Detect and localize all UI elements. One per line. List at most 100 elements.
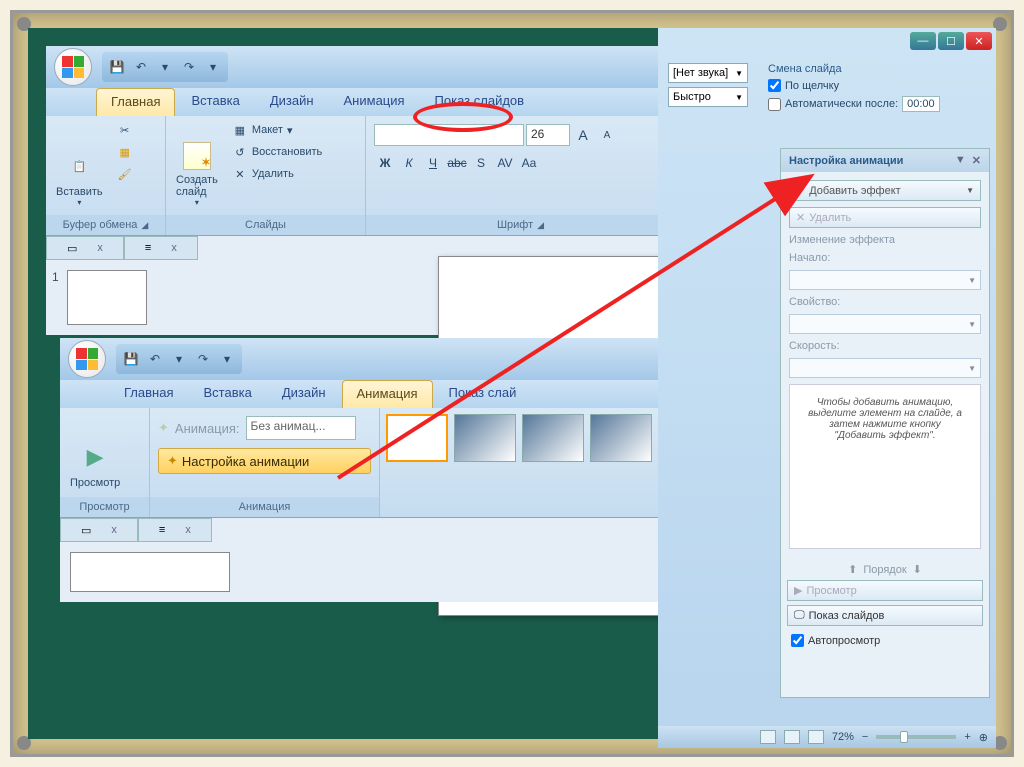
auto-time-field[interactable]: 00:00 xyxy=(902,96,940,112)
cut-button[interactable]: ✂ xyxy=(113,120,137,140)
restore-button[interactable]: ↺Восстановить xyxy=(228,142,326,162)
case-button[interactable]: Aa xyxy=(518,152,540,174)
slideshow-view-button[interactable] xyxy=(808,730,824,744)
tab-insert[interactable]: Вставка xyxy=(177,88,253,116)
delete-button[interactable]: ✕Удалить xyxy=(228,164,326,184)
shadow-button[interactable]: S xyxy=(470,152,492,174)
minimize-button[interactable]: — xyxy=(910,32,936,50)
bold-button[interactable]: Ж xyxy=(374,152,396,174)
format-painter-button[interactable]: 🖌 xyxy=(113,164,137,184)
play-button[interactable]: ▶Просмотр xyxy=(787,580,983,601)
group-label-font: Шрифт xyxy=(497,219,533,231)
transition-item[interactable] xyxy=(454,414,516,462)
grow-font-button[interactable]: A xyxy=(572,124,594,146)
tab-close[interactable]: x xyxy=(111,524,117,536)
close-button[interactable]: ✕ xyxy=(966,32,992,50)
custom-animation-button[interactable]: ✦ Настройка анимации xyxy=(158,448,371,474)
on-click-checkbox[interactable]: По щелчку xyxy=(768,79,940,92)
checkbox[interactable] xyxy=(768,79,781,92)
expand-icon[interactable]: ◢ xyxy=(141,220,148,231)
qat-customize-icon[interactable]: ▾ xyxy=(204,58,222,76)
zoom-slider[interactable] xyxy=(876,735,956,739)
transition-none[interactable] xyxy=(386,414,448,462)
tab-home[interactable]: Главная xyxy=(110,380,187,408)
sorter-view-button[interactable] xyxy=(784,730,800,744)
strike-button[interactable]: abc xyxy=(446,152,468,174)
redo-icon[interactable]: ↷ xyxy=(180,58,198,76)
spacing-button[interactable]: AV xyxy=(494,152,516,174)
paste-button[interactable]: 📋 Вставить ▾ xyxy=(50,120,109,211)
speed-combo-tp[interactable]: ▼ xyxy=(789,358,981,378)
font-size-combo[interactable]: 26 xyxy=(526,124,570,146)
tab-design[interactable]: Дизайн xyxy=(268,380,340,408)
slides-tab[interactable]: ▭x xyxy=(60,518,138,542)
tab-animation[interactable]: Анимация xyxy=(330,88,419,116)
save-icon[interactable]: 💾 xyxy=(122,350,140,368)
outline-tab[interactable]: ≡x xyxy=(124,236,198,260)
save-icon[interactable]: 💾 xyxy=(108,58,126,76)
undo-icon[interactable]: ↶ xyxy=(132,58,150,76)
qat-customize-icon[interactable]: ▾ xyxy=(218,350,236,368)
move-down-icon[interactable]: ⬇ xyxy=(913,563,922,576)
outline-tab[interactable]: ≡x xyxy=(138,518,212,542)
zoom-out-button[interactable]: − xyxy=(862,731,868,743)
layout-label: Макет xyxy=(252,124,283,136)
underline-button[interactable]: Ч xyxy=(422,152,444,174)
cut-icon: ✂ xyxy=(117,122,133,138)
animation-combo[interactable]: Без анимац... xyxy=(246,416,356,440)
expand-icon[interactable]: ◢ xyxy=(537,220,544,231)
tab-close[interactable]: x xyxy=(185,524,191,536)
auto-after-checkbox[interactable]: Автоматически после: 00:00 xyxy=(768,96,940,112)
undo-icon[interactable]: ↶ xyxy=(146,350,164,368)
remove-effect-button[interactable]: ✕Удалить xyxy=(789,207,981,228)
speed-combo[interactable]: Быстро▼ xyxy=(668,87,748,107)
slide-thumbnail[interactable] xyxy=(70,552,230,592)
tab-design[interactable]: Дизайн xyxy=(256,88,328,116)
copy-button[interactable]: ▦ xyxy=(113,142,137,162)
italic-button[interactable]: К xyxy=(398,152,420,174)
zoom-in-button[interactable]: + xyxy=(964,731,970,743)
new-slide-label: Создать слайд xyxy=(176,174,218,198)
tab-animation[interactable]: Анимация xyxy=(342,380,433,408)
quick-access-toolbar: 💾 ↶ ▾ ↷ ▾ xyxy=(102,52,228,82)
fit-button[interactable]: ⊕ xyxy=(979,731,988,744)
slideshow-button[interactable]: 🖵Показ слайдов xyxy=(787,605,983,626)
taskpane-menu-icon[interactable]: ▼ xyxy=(955,154,966,167)
taskpane-close-icon[interactable]: ✕ xyxy=(972,154,981,167)
transition-item[interactable] xyxy=(522,414,584,462)
sound-combo[interactable]: [Нет звука]▼ xyxy=(668,63,748,83)
preview-button[interactable]: ▶ Просмотр xyxy=(64,412,126,493)
move-up-icon[interactable]: ⬆ xyxy=(848,563,857,576)
autopreview-checkbox[interactable]: Автопросмотр xyxy=(787,630,983,651)
normal-view-button[interactable] xyxy=(760,730,776,744)
redo-icon[interactable]: ↷ xyxy=(194,350,212,368)
checkbox[interactable] xyxy=(791,634,804,647)
shrink-font-button[interactable]: A xyxy=(596,124,618,146)
dropdown-icon[interactable]: ▾ xyxy=(170,350,188,368)
property-combo[interactable]: ▼ xyxy=(789,314,981,334)
add-effect-button[interactable]: ✦Добавить эффект ▼ xyxy=(789,180,981,201)
tab-slideshow[interactable]: Показ слай xyxy=(435,380,531,408)
font-name-combo[interactable] xyxy=(374,124,524,146)
office-button[interactable] xyxy=(68,340,106,378)
group-label-preview: Просмотр xyxy=(60,497,149,517)
layout-button[interactable]: ▦Макет ▾ xyxy=(228,120,326,140)
autopreview-label: Автопросмотр xyxy=(808,635,880,647)
slide-thumbnail[interactable] xyxy=(67,270,147,325)
new-slide-button[interactable]: ✶ Создать слайд ▾ xyxy=(170,120,224,211)
title-bar: 💾 ↶ ▾ ↷ ▾ xyxy=(46,46,676,88)
tab-slideshow[interactable]: Показ слайдов xyxy=(421,88,539,116)
transition-item[interactable] xyxy=(590,414,652,462)
dropdown-icon[interactable]: ▾ xyxy=(156,58,174,76)
slides-tab[interactable]: ▭x xyxy=(46,236,124,260)
office-button[interactable] xyxy=(54,48,92,86)
slider-thumb[interactable] xyxy=(900,731,908,743)
tab-home[interactable]: Главная xyxy=(96,88,175,116)
maximize-button[interactable]: ☐ xyxy=(938,32,964,50)
checkbox[interactable] xyxy=(768,98,781,111)
group-slides: ✶ Создать слайд ▾ ▦Макет ▾ ↺Восстановить… xyxy=(166,116,366,235)
tab-close[interactable]: x xyxy=(97,242,103,254)
tab-insert[interactable]: Вставка xyxy=(189,380,265,408)
start-combo[interactable]: ▼ xyxy=(789,270,981,290)
tab-close[interactable]: x xyxy=(171,242,177,254)
